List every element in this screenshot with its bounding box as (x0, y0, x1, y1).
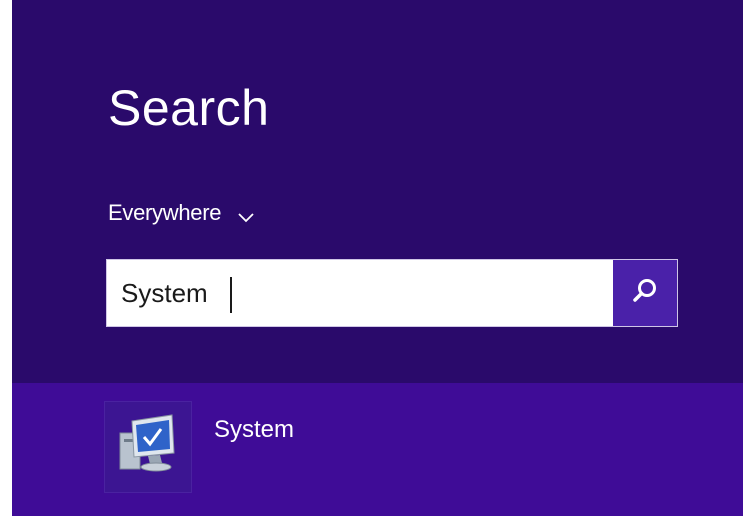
search-input[interactable] (121, 272, 591, 314)
computer-system-icon (104, 414, 192, 497)
result-item-label: System (214, 416, 295, 443)
search-button[interactable] (613, 260, 677, 326)
text-caret (230, 277, 232, 313)
chevron-down-icon (237, 211, 255, 223)
search-results: System (12, 383, 743, 516)
magnifier-icon (630, 276, 660, 311)
scope-dropdown-label: Everywhere (108, 200, 222, 225)
scope-dropdown[interactable]: Everywhere (108, 196, 255, 230)
pane-title: Search (108, 80, 270, 136)
result-icon-tile (104, 401, 192, 493)
result-item-system[interactable]: System (104, 400, 743, 493)
search-charm-pane: Search Everywhere System System (12, 0, 743, 516)
search-box (106, 259, 678, 327)
